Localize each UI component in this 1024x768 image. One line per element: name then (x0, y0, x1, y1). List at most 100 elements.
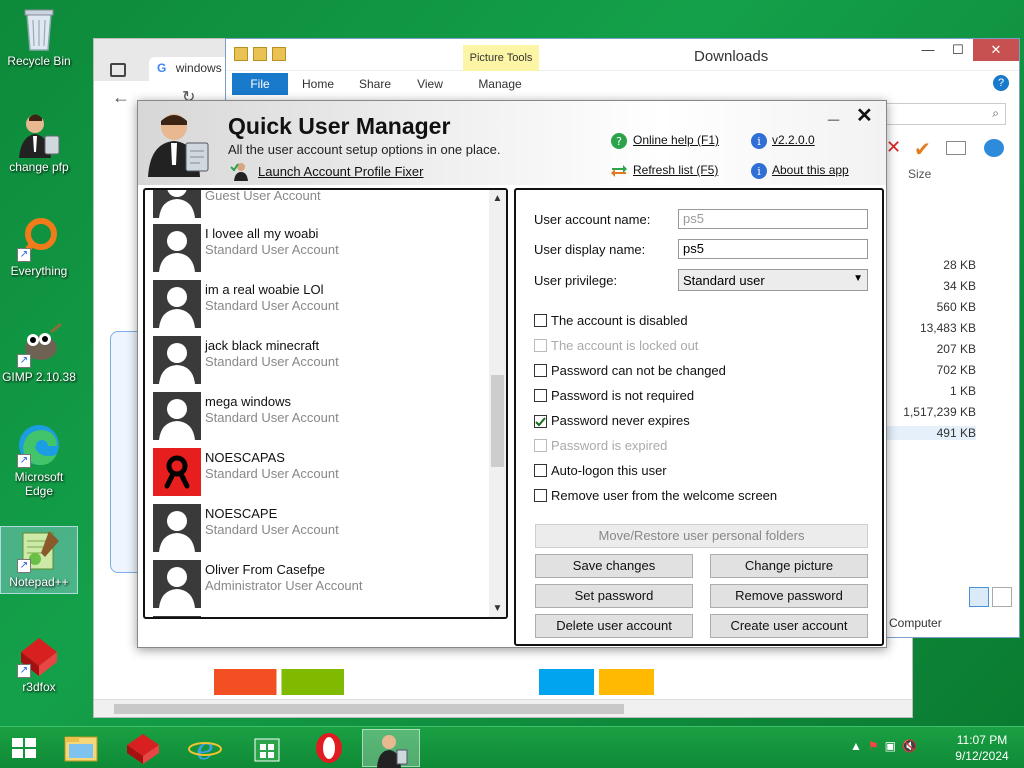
online-help-link[interactable]: Online help (F1) (633, 133, 719, 147)
opera-icon (316, 733, 342, 763)
option-password-never-expires[interactable]: Password never expires (534, 413, 690, 431)
desktop-icon-edge[interactable]: ↗ Microsoft Edge (0, 422, 78, 498)
vertical-scrollbar[interactable]: ▲ ▼ (489, 190, 506, 617)
list-item[interactable]: Oliver From Casefpe Administrator User A… (153, 558, 483, 610)
version-link[interactable]: v2.2.0.0 (772, 133, 815, 147)
option-label: The account is disabled (551, 313, 688, 328)
checkbox[interactable] (534, 464, 547, 477)
folder-icon[interactable] (234, 47, 248, 61)
tab-home[interactable]: Home (292, 73, 344, 95)
user-list[interactable]: Guest User Account I lovee all my woabi … (143, 188, 508, 619)
clock[interactable]: 11:07 PM 9/12/2024 (942, 732, 1022, 764)
create-user-button[interactable]: Create user account (710, 614, 868, 638)
checkbox[interactable] (534, 489, 547, 502)
help-icon[interactable]: ? (993, 75, 1009, 91)
network-icon[interactable]: ▣ (885, 739, 896, 759)
refresh-icon (610, 162, 628, 180)
option-password-cannot-change[interactable]: Password can not be changed (534, 363, 726, 381)
launch-profile-fixer-link[interactable]: Launch Account Profile Fixer (258, 164, 423, 179)
list-item[interactable]: jack black minecraft Standard User Accou… (153, 334, 483, 386)
avatar (153, 224, 201, 272)
clock-time: 11:07 PM (956, 733, 1008, 747)
option-auto-logon[interactable]: Auto-logon this user (534, 463, 667, 481)
desktop-icon-gimp[interactable]: ↗ GIMP 2.10.38 (0, 322, 78, 384)
taskbar-r3dfox[interactable] (114, 729, 172, 767)
scroll-down-icon[interactable]: ▼ (489, 600, 506, 617)
scroll-up-icon[interactable]: ▲ (489, 190, 506, 207)
privilege-select[interactable]: Standard user ▼ (678, 269, 868, 291)
list-item[interactable]: pis (153, 614, 483, 617)
maximize-button[interactable]: ☐ (943, 39, 973, 61)
taskbar-opera[interactable] (300, 729, 358, 767)
scrollbar-thumb[interactable] (114, 704, 624, 714)
minimize-button[interactable]: _ (828, 101, 839, 124)
list-item[interactable]: NOESCAPAS Standard User Account (153, 446, 483, 498)
scrollbar-thumb[interactable] (491, 375, 504, 467)
action-center-icon[interactable]: ⚑ (868, 739, 879, 759)
taskbar-explorer[interactable] (52, 729, 110, 767)
option-remove-from-welcome[interactable]: Remove user from the welcome screen (534, 488, 777, 506)
privilege-select-value: Standard user (683, 273, 765, 288)
help-icon: ? (610, 132, 628, 150)
option-account-disabled[interactable]: The account is disabled (534, 313, 688, 331)
checkbox[interactable] (534, 314, 547, 327)
taskbar-internet-explorer[interactable]: e (176, 729, 234, 767)
horizontal-scrollbar[interactable] (94, 699, 912, 717)
properties-icon[interactable] (253, 47, 267, 61)
size-column-header[interactable]: Size (908, 167, 931, 181)
set-password-button[interactable]: Set password (535, 584, 693, 608)
list-item[interactable]: mega windows Standard User Account (153, 390, 483, 442)
new-folder-icon[interactable] (272, 47, 286, 61)
remove-password-button[interactable]: Remove password (710, 584, 868, 608)
option-password-not-required[interactable]: Password is not required (534, 388, 694, 406)
desktop-icon-recycle-bin[interactable]: Recycle Bin (0, 6, 78, 68)
taskbar-quick-user-manager[interactable] (362, 729, 420, 768)
delete-user-button[interactable]: Delete user account (535, 614, 693, 638)
list-item[interactable]: I lovee all my woabi Standard User Accou… (153, 222, 483, 274)
back-arrow-icon[interactable]: ← (112, 87, 130, 108)
tab-share[interactable]: Share (350, 73, 400, 95)
about-link[interactable]: About this app (772, 163, 849, 177)
desktop-icon-notepadpp[interactable]: ↗ Notepad++ (0, 526, 78, 594)
checkbox[interactable] (534, 364, 547, 377)
gimp-icon: ↗ (15, 322, 63, 368)
minimize-button[interactable]: — (913, 39, 943, 61)
quick-user-manager-window[interactable]: Quick User Manager All the user account … (137, 100, 887, 648)
internet-explorer-icon: e (188, 732, 222, 767)
checkbox-checked[interactable] (534, 415, 547, 428)
tiles-view-icon[interactable] (992, 587, 1012, 607)
svg-text:i: i (757, 135, 761, 148)
change-picture-button[interactable]: Change picture (710, 554, 868, 578)
user-name: jack black minecraft (205, 338, 320, 353)
chevron-up-icon[interactable]: ▲ (850, 739, 862, 759)
quick-access-toolbar (234, 47, 324, 65)
tab-actions-icon[interactable] (110, 63, 126, 77)
list-item[interactable]: im a real woabie LOl Standard User Accou… (153, 278, 483, 330)
notepadpp-icon: ↗ (15, 527, 63, 573)
desktop-icon-change-pfp[interactable]: change pfp (0, 112, 78, 174)
tab-view[interactable]: View (406, 73, 454, 95)
close-button[interactable]: ✕ (856, 103, 873, 128)
close-button[interactable]: ✕ (973, 39, 1019, 61)
avatar (153, 448, 201, 496)
save-changes-button[interactable]: Save changes (535, 554, 693, 578)
taskbar-store[interactable] (238, 729, 296, 767)
move-restore-folders-button[interactable]: Move/Restore user personal folders (535, 524, 868, 548)
checkbox[interactable] (534, 389, 547, 402)
size-cell: 560 KB (936, 300, 976, 314)
volume-muted-icon[interactable]: 🔇 (902, 739, 917, 759)
list-item[interactable]: NOESCAPE Standard User Account (153, 502, 483, 554)
tab-file[interactable]: File (232, 73, 288, 95)
account-name-field[interactable]: ps5 (678, 209, 868, 229)
display-name-field[interactable]: ps5 (678, 239, 868, 259)
refresh-list-link[interactable]: Refresh list (F5) (633, 163, 718, 177)
taskbar: e ▲ ⚑ ▣ 🔇 11:07 PM 9/12/2024 (0, 726, 1024, 768)
desktop-icon-r3dfox[interactable]: ↗ r3dfox (0, 632, 78, 694)
start-button[interactable] (0, 729, 48, 767)
user-type: Standard User Account (205, 410, 339, 425)
desktop-icon-everything[interactable]: ↗ Everything (0, 216, 78, 278)
details-view-icon[interactable] (969, 587, 989, 607)
tab-manage[interactable]: Manage (464, 73, 536, 95)
list-item[interactable]: Guest User Account (153, 190, 483, 220)
avatar (153, 190, 201, 218)
